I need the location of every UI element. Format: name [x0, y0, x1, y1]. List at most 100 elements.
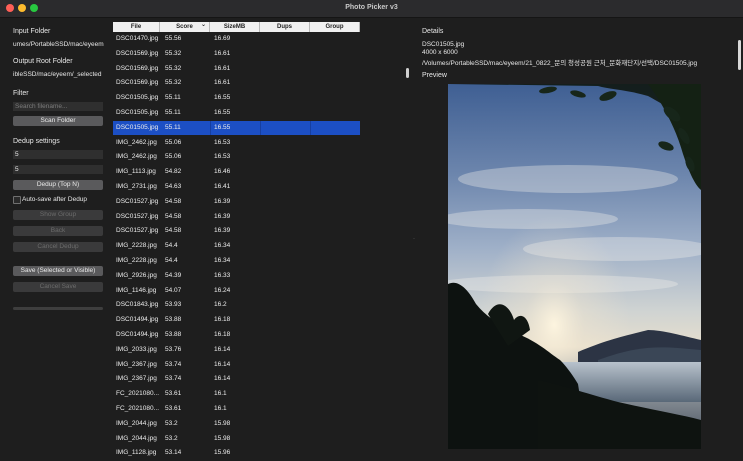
cell-file: IMG_2228.jpg	[116, 257, 157, 264]
cell-size: 16.1	[214, 390, 227, 398]
details-label: Details	[422, 28, 444, 35]
table-row[interactable]: DSC01494.jpg 53.88 16.18	[113, 313, 360, 327]
cell-file: DSC01505.jpg	[116, 123, 159, 131]
cell-file: DSC01494.jpg	[116, 331, 159, 338]
table-row[interactable]: IMG_2044.jpg 53.2 15.98	[113, 432, 360, 446]
cell-score: 53.76	[165, 345, 182, 353]
table-row[interactable]: IMG_1113.jpg 54.82 16.46	[113, 165, 360, 179]
cell-size: 16.55	[214, 123, 231, 131]
cell-size: 16.39	[214, 227, 231, 235]
table-row[interactable]: IMG_2044.jpg 53.2 15.98	[113, 417, 360, 431]
scan-folder-button[interactable]: Scan Folder	[13, 116, 103, 126]
cell-score: 55.11	[165, 123, 181, 131]
sort-indicator-icon: ⌄	[200, 22, 206, 28]
table-row[interactable]: DSC01569.jpg 55.32 16.61	[113, 62, 360, 76]
cell-score: 53.61	[165, 390, 182, 398]
cell-size: 15.98	[214, 434, 231, 442]
table-row[interactable]: DSC01505.jpg 55.11 16.55	[113, 91, 360, 105]
table-row[interactable]: IMG_1128.jpg 53.14 15.96	[113, 446, 360, 460]
cell-size: 16.55	[214, 109, 231, 116]
cell-file: FC_2021080...	[116, 405, 160, 412]
table-row[interactable]: DSC01569.jpg 55.32 16.61	[113, 76, 360, 90]
cell-size: 16.46	[214, 168, 231, 176]
table-row[interactable]: IMG_2228.jpg 54.4 16.34	[113, 239, 360, 253]
details-scroll-thumb[interactable]	[738, 40, 741, 70]
table-row[interactable]: DSC01527.jpg 54.58 16.39	[113, 224, 360, 238]
cell-file: IMG_2367.jpg	[116, 360, 157, 368]
cell-size: 16.18	[214, 331, 231, 338]
filter-search-input[interactable]	[13, 102, 103, 111]
table-row[interactable]: IMG_2228.jpg 54.4 16.34	[113, 254, 360, 268]
table-row[interactable]: IMG_2367.jpg 53.74 16.14	[113, 358, 360, 372]
table-row[interactable]: DSC01470.jpg 55.56 16.69	[113, 32, 360, 46]
splitter-handle-icon[interactable]: ·	[413, 236, 415, 242]
cell-file: DSC01505.jpg	[116, 109, 159, 116]
dedup-button[interactable]: Dedup (Top N)	[13, 180, 103, 190]
dedup-top-n-field[interactable]	[13, 165, 103, 174]
progress-bar	[13, 307, 103, 310]
cancel-dedup-button[interactable]: Cancel Dedup	[13, 242, 103, 252]
table-row[interactable]: IMG_2926.jpg 54.39 16.33	[113, 269, 360, 283]
table-row[interactable]: IMG_2033.jpg 53.76 16.14	[113, 343, 360, 357]
cell-file: DSC01505.jpg	[116, 94, 159, 102]
table-row[interactable]: DSC01843.jpg 53.93 16.2	[113, 298, 360, 312]
cell-file: IMG_1146.jpg	[116, 286, 157, 294]
cell-size: 16.18	[214, 316, 231, 324]
cell-score: 55.06	[165, 138, 182, 146]
table-row[interactable]: FC_2021080... 53.61 16.1	[113, 387, 360, 401]
cell-score: 53.93	[165, 301, 182, 309]
cell-file: IMG_2462.jpg	[116, 138, 157, 146]
table-scroll-thumb[interactable]	[406, 68, 409, 78]
column-header-score[interactable]: Score ⌄	[160, 22, 210, 32]
filter-label: Filter	[13, 90, 29, 97]
column-header-dups[interactable]: Dups	[260, 22, 310, 32]
table-row[interactable]: DSC01505.jpg 55.11 16.55	[113, 106, 360, 120]
back-button[interactable]: Back	[13, 226, 103, 236]
cell-size: 16.61	[214, 49, 231, 57]
table-row[interactable]: DSC01569.jpg 55.32 16.61	[113, 47, 360, 61]
table-row[interactable]: DSC01505.jpg 55.11 16.55	[113, 120, 360, 135]
show-group-button[interactable]: Show Group	[13, 210, 103, 220]
cell-file: DSC01843.jpg	[116, 301, 159, 309]
cell-divider	[209, 120, 211, 135]
cell-score: 54.07	[165, 286, 182, 294]
output-folder-path[interactable]: ibleSSD/mac/eyeem/_selected	[13, 71, 105, 78]
table-row[interactable]: IMG_1146.jpg 54.07 16.24	[113, 284, 360, 298]
cell-size: 16.39	[214, 212, 231, 220]
cell-file: IMG_2462.jpg	[116, 153, 157, 161]
dedup-threshold-field[interactable]	[13, 150, 103, 159]
autosave-label: Auto-save after Dedup	[22, 196, 88, 203]
input-folder-path[interactable]: umes/PortableSSD/mac/eyeem	[13, 41, 105, 48]
table-row[interactable]: DSC01494.jpg 53.88 16.18	[113, 328, 360, 342]
table-row[interactable]: IMG_2731.jpg 54.63 16.41	[113, 180, 360, 194]
table-row[interactable]: IMG_2462.jpg 55.06 16.53	[113, 136, 360, 150]
cell-size: 16.24	[214, 286, 231, 294]
details-scrollbar[interactable]	[736, 18, 743, 461]
table-header: File Score ⌄ SizeMB Dups Group	[113, 22, 360, 32]
save-button[interactable]: Save (Selected or Visible)	[13, 266, 103, 276]
cell-divider	[259, 120, 261, 135]
column-header-group[interactable]: Group	[310, 22, 360, 32]
cell-file: DSC01470.jpg	[116, 35, 159, 42]
cell-score: 54.58	[165, 197, 182, 205]
autosave-checkbox[interactable]	[13, 196, 21, 204]
cell-score: 54.39	[165, 271, 182, 279]
cell-size: 16.14	[214, 360, 231, 368]
cell-score: 55.11	[165, 94, 181, 102]
column-header-size[interactable]: SizeMB	[210, 22, 260, 32]
table-scrollbar[interactable]	[405, 22, 410, 461]
title-bar: Photo Picker v3	[0, 0, 743, 18]
table-row[interactable]: FC_2021080... 53.61 16.1	[113, 402, 360, 416]
cell-file: IMG_2228.jpg	[116, 242, 157, 250]
table-row[interactable]: DSC01527.jpg 54.58 16.39	[113, 210, 360, 224]
cell-size: 16.39	[214, 197, 231, 205]
dedup-settings-label: Dedup settings	[13, 138, 60, 145]
column-header-file[interactable]: File	[113, 22, 160, 32]
cell-file: IMG_2044.jpg	[116, 434, 157, 442]
cell-file: DSC01569.jpg	[116, 79, 159, 87]
table-row[interactable]: DSC01527.jpg 54.58 16.39	[113, 195, 360, 209]
table-row[interactable]: IMG_2462.jpg 55.06 16.53	[113, 150, 360, 164]
cell-score: 53.61	[165, 405, 182, 412]
table-row[interactable]: IMG_2367.jpg 53.74 16.14	[113, 372, 360, 386]
cancel-save-button[interactable]: Cancel Save	[13, 282, 103, 292]
